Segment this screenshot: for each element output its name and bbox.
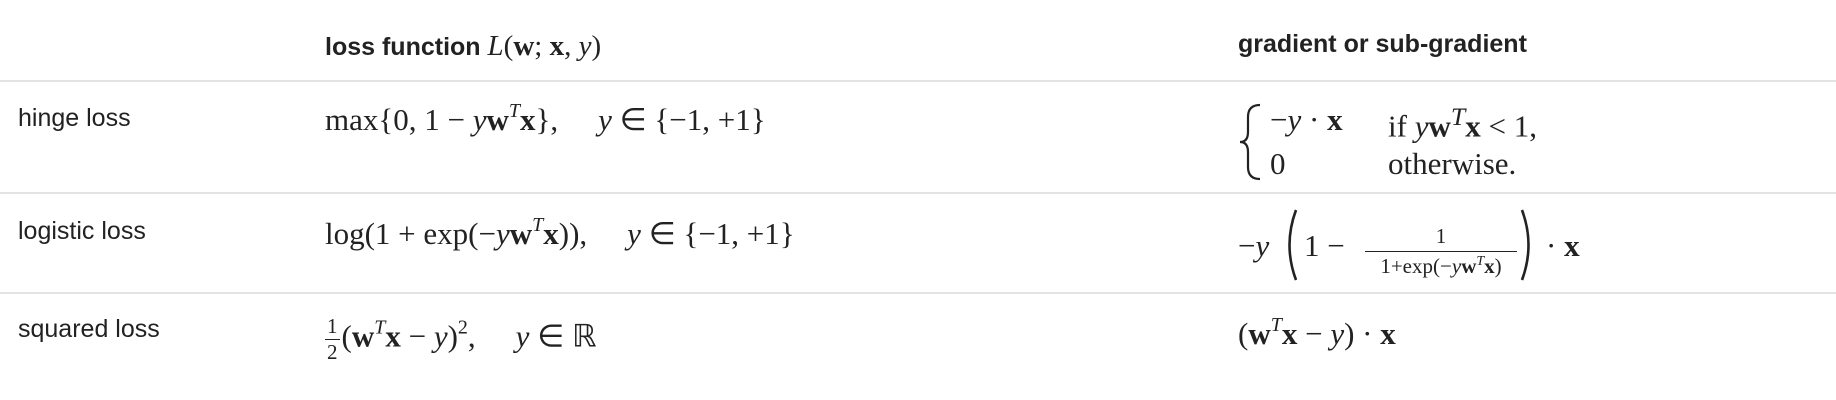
loss-function-header: loss function L(w; x, y) [325, 30, 601, 63]
row-label-hinge-loss: hinge loss [18, 104, 131, 132]
logistic-loss-formula: log(1 + exp(−ywTx)), y ∈ {−1, +1} [325, 214, 795, 251]
row-label-squared-loss: squared loss [18, 315, 160, 343]
loss-function-header-text: loss function [325, 33, 488, 61]
hinge-gradient-case1: −y · x [1270, 102, 1343, 137]
header-divider [0, 80, 1836, 82]
fraction-denominator: 1+exp(−ywTx) [1380, 254, 1502, 278]
hinge-gradient-case2: 0 [1270, 146, 1286, 181]
logistic-gradient-suffix: · x [1546, 228, 1580, 263]
row-divider-2 [0, 292, 1836, 294]
hinge-loss-formula: max{0, 1 − ywTx}, y ∈ {−1, +1} [325, 100, 766, 137]
half-fraction: 12 [325, 314, 340, 364]
hinge-gradient-cond1: if ywTx < 1, [1388, 102, 1537, 144]
right-paren-icon [1520, 209, 1530, 281]
row-divider-1 [0, 192, 1836, 194]
squared-gradient-formula: (wTx − y) · x [1238, 314, 1396, 351]
row-label-logistic-loss: logistic loss [18, 217, 146, 245]
logistic-gradient-fraction: 1 1+exp(−ywTx) [1365, 224, 1517, 279]
gradient-header: gradient or sub-gradient [1238, 30, 1527, 58]
loss-function-header-math: L(w; x, y) [487, 30, 602, 62]
hinge-gradient-cond2: otherwise. [1388, 146, 1517, 181]
logistic-gradient-one-minus: 1 − [1304, 228, 1345, 263]
logistic-gradient-prefix: −y [1238, 228, 1270, 263]
left-paren-icon [1288, 209, 1298, 281]
piecewise-brace-icon [1239, 103, 1261, 181]
fraction-numerator: 1 [1365, 224, 1517, 252]
squared-loss-formula: 1 2 (wTx − y)2, y ∈ ℝ [325, 314, 597, 364]
